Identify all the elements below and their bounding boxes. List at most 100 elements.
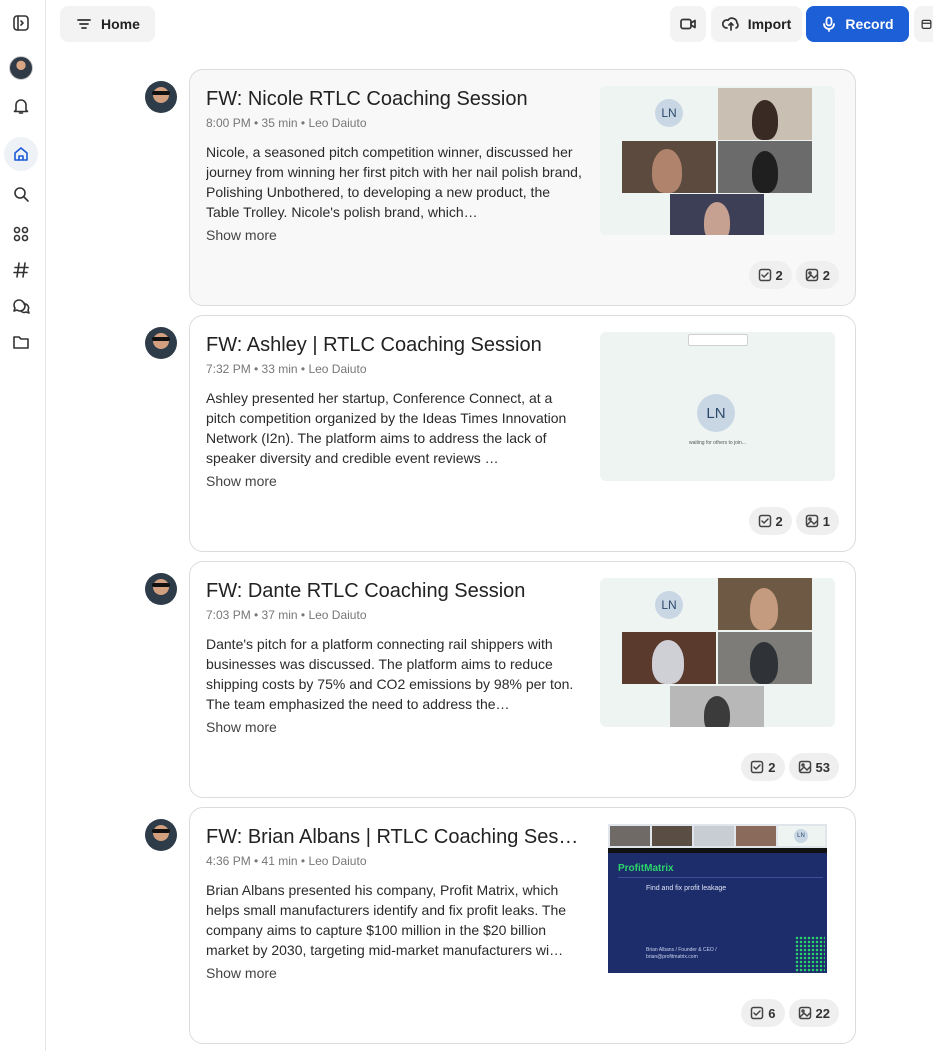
toggle-sidebar-button[interactable] xyxy=(4,6,38,40)
avatar xyxy=(145,81,177,113)
images-count: 2 xyxy=(822,267,830,283)
slide-divider xyxy=(618,877,823,878)
meeting-meta: 7:03 PM • 37 min • Leo Daiuto xyxy=(206,608,367,622)
meeting-meta: 4:36 PM • 41 min • Leo Daiuto xyxy=(206,854,367,868)
sidebar-item-channels[interactable] xyxy=(4,253,38,287)
import-button-label: Import xyxy=(747,16,792,32)
sidebar-item-chats[interactable] xyxy=(4,289,38,323)
record-button[interactable]: Record xyxy=(806,6,909,42)
sidebar-item-search[interactable] xyxy=(4,177,38,211)
card-badges: 2 53 xyxy=(741,753,839,781)
sidebar xyxy=(0,0,46,1051)
thumb-tile xyxy=(670,686,764,727)
bell-icon xyxy=(13,99,29,114)
tasks-badge[interactable]: 2 xyxy=(748,507,792,535)
sidebar-toggle-icon xyxy=(13,15,29,31)
tasks-count: 2 xyxy=(768,759,776,775)
participant-video xyxy=(694,826,734,846)
filter-lines-icon xyxy=(77,19,91,29)
meeting-meta: 7:32 PM • 33 min • Leo Daiuto xyxy=(206,362,367,376)
thumb-tile xyxy=(622,141,716,193)
meeting-thumbnail[interactable]: LN xyxy=(600,86,835,235)
meeting-title[interactable]: FW: Brian Albans | RTLC Coaching Ses… xyxy=(206,826,586,849)
profile-avatar-button[interactable] xyxy=(4,51,38,85)
meeting-title[interactable]: FW: Nicole RTLC Coaching Session xyxy=(206,88,586,111)
video-button[interactable] xyxy=(670,6,706,42)
participant-video xyxy=(652,826,692,846)
participant-initials: LN xyxy=(697,394,735,432)
participant-video: LN xyxy=(778,826,825,846)
meeting-summary: Dante's pitch for a platform connecting … xyxy=(206,636,574,712)
participant-video xyxy=(652,640,684,684)
images-count: 22 xyxy=(815,1005,830,1021)
avatar xyxy=(145,819,177,851)
thumb-toolbar xyxy=(688,334,748,346)
participant-video xyxy=(750,642,778,684)
home-icon xyxy=(14,147,28,161)
notifications-button[interactable] xyxy=(4,89,38,123)
images-count: 53 xyxy=(815,759,830,775)
meeting-thumbnail[interactable]: LN ProfitMatrix Find and fix profit leak… xyxy=(600,824,835,973)
avatar xyxy=(145,327,177,359)
show-more-link[interactable]: Show more xyxy=(206,227,277,243)
meeting-card[interactable]: FW: Ashley | RTLC Coaching Session 7:32 … xyxy=(189,315,856,552)
meeting-title[interactable]: FW: Ashley | RTLC Coaching Session xyxy=(206,334,586,357)
participant-video xyxy=(750,588,778,630)
microphone-icon xyxy=(823,16,836,32)
upload-cloud-icon xyxy=(721,17,739,31)
folder-icon xyxy=(13,336,29,349)
meeting-summary: Brian Albans presented his company, Prof… xyxy=(206,882,567,958)
thumb-tile xyxy=(718,632,812,684)
meeting-thumbnail[interactable]: LN waiting for others to join... xyxy=(600,332,835,481)
meeting-title[interactable]: FW: Dante RTLC Coaching Session xyxy=(206,580,586,603)
show-more-link[interactable]: Show more xyxy=(206,965,277,981)
images-count: 1 xyxy=(822,513,830,529)
participant-video xyxy=(704,202,730,235)
meeting-card[interactable]: FW: Dante RTLC Coaching Session 7:03 PM … xyxy=(189,561,856,798)
thumb-tile: LN xyxy=(622,88,716,140)
tasks-count: 6 xyxy=(768,1005,776,1021)
meeting-summary: Ashley presented her startup, Conference… xyxy=(206,390,567,466)
card-badges: 2 1 xyxy=(748,507,839,535)
images-badge[interactable]: 22 xyxy=(788,999,839,1027)
meeting-card[interactable]: FW: Nicole RTLC Coaching Session 8:00 PM… xyxy=(189,69,856,306)
checkbox-icon xyxy=(758,514,771,528)
home-filter-button[interactable]: Home xyxy=(60,6,155,42)
thumb-tile xyxy=(622,632,716,684)
record-button-label: Record xyxy=(845,16,894,32)
search-icon xyxy=(14,187,29,202)
images-badge[interactable]: 1 xyxy=(795,507,839,535)
sidebar-item-home[interactable] xyxy=(4,137,38,171)
checkbox-icon xyxy=(751,1006,764,1020)
meeting-thumbnail[interactable]: LN xyxy=(600,578,835,727)
thumb-tile: LN xyxy=(622,578,716,630)
thumb-tile xyxy=(670,194,764,235)
tasks-badge[interactable]: 2 xyxy=(748,261,792,289)
image-icon xyxy=(805,514,819,528)
meeting-card[interactable]: FW: Brian Albans | RTLC Coaching Ses… 4:… xyxy=(189,807,856,1044)
show-more-link[interactable]: Show more xyxy=(206,473,277,489)
participant-video xyxy=(652,149,682,193)
slide-heading: Find and fix profit leakage xyxy=(646,885,727,892)
images-badge[interactable]: 53 xyxy=(788,753,839,781)
sidebar-item-files[interactable] xyxy=(4,325,38,359)
import-button[interactable]: Import xyxy=(711,6,802,42)
thumb-tile xyxy=(718,578,812,630)
calendar-button[interactable] xyxy=(914,6,933,42)
tasks-count: 2 xyxy=(775,267,783,283)
show-more-link[interactable]: Show more xyxy=(206,719,277,735)
image-icon xyxy=(798,1006,811,1020)
tasks-badge[interactable]: 6 xyxy=(741,999,785,1027)
participant-video xyxy=(736,826,776,846)
waiting-caption: waiting for others to join... xyxy=(689,440,746,446)
checkbox-icon xyxy=(751,760,764,774)
participant-strip: LN xyxy=(608,824,827,848)
apps-icon xyxy=(13,226,29,242)
sidebar-item-apps[interactable] xyxy=(4,217,38,251)
participant-video xyxy=(610,826,650,846)
images-badge[interactable]: 2 xyxy=(795,261,839,289)
tasks-badge[interactable]: 2 xyxy=(741,753,785,781)
card-badges: 6 22 xyxy=(741,999,839,1027)
video-camera-icon xyxy=(680,18,696,30)
participant-video xyxy=(752,151,778,193)
